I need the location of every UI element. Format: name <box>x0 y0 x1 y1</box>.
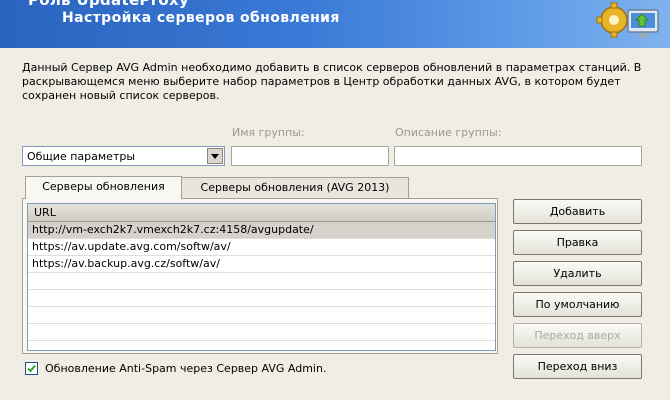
anti-spam-checkbox-label[interactable]: Обновление Anti-Spam через Сервер AVG Ad… <box>45 362 326 375</box>
list-item[interactable]: https://av.backup.avg.cz/softw/av/ <box>28 256 495 273</box>
wizard-header: Роль UpdateProxy Настройка серверов обно… <box>0 0 670 48</box>
column-header-url[interactable]: URL <box>28 204 495 222</box>
group-name-field[interactable] <box>231 146 389 166</box>
preset-select-value: Общие параметры <box>27 150 136 163</box>
group-name-label: Имя группы: <box>232 126 305 139</box>
edit-button[interactable]: Правка <box>513 230 642 255</box>
server-list[interactable]: URL http://vm-exch2k7.vmexch2k7.cz:4158/… <box>27 203 496 351</box>
tab-update-servers[interactable]: Серверы обновления <box>25 176 182 199</box>
header-top-title: Роль UpdateProxy <box>28 0 190 9</box>
list-item[interactable]: http://vm-exch2k7.vmexch2k7.cz:4158/avgu… <box>28 222 495 239</box>
move-down-button[interactable]: Переход вниз <box>513 354 642 379</box>
header-title: Настройка серверов обновления <box>62 10 340 26</box>
checkmark-icon <box>27 364 36 373</box>
description-text: Данный Сервер AVG Admin необходимо добав… <box>22 61 642 102</box>
list-item-empty <box>28 290 495 307</box>
tab-update-servers-avg2013[interactable]: Серверы обновления (AVG 2013) <box>181 177 409 198</box>
list-item-empty <box>28 341 495 350</box>
list-item-empty <box>28 273 495 290</box>
chevron-down-icon[interactable] <box>207 148 223 164</box>
group-description-field[interactable] <box>394 146 642 166</box>
gear-monitor-icon <box>596 2 659 38</box>
list-item-empty <box>28 324 495 341</box>
group-description-label: Описание группы: <box>395 126 502 139</box>
delete-button[interactable]: Удалить <box>513 261 642 286</box>
list-item-empty <box>28 307 495 324</box>
add-button[interactable]: Добавить <box>513 199 642 224</box>
default-button[interactable]: По умолчанию <box>513 292 642 317</box>
move-up-button[interactable]: Переход вверх <box>513 323 642 348</box>
preset-select[interactable]: Общие параметры <box>22 146 225 166</box>
anti-spam-checkbox[interactable] <box>25 362 38 375</box>
list-item[interactable]: https://av.update.avg.com/softw/av/ <box>28 239 495 256</box>
